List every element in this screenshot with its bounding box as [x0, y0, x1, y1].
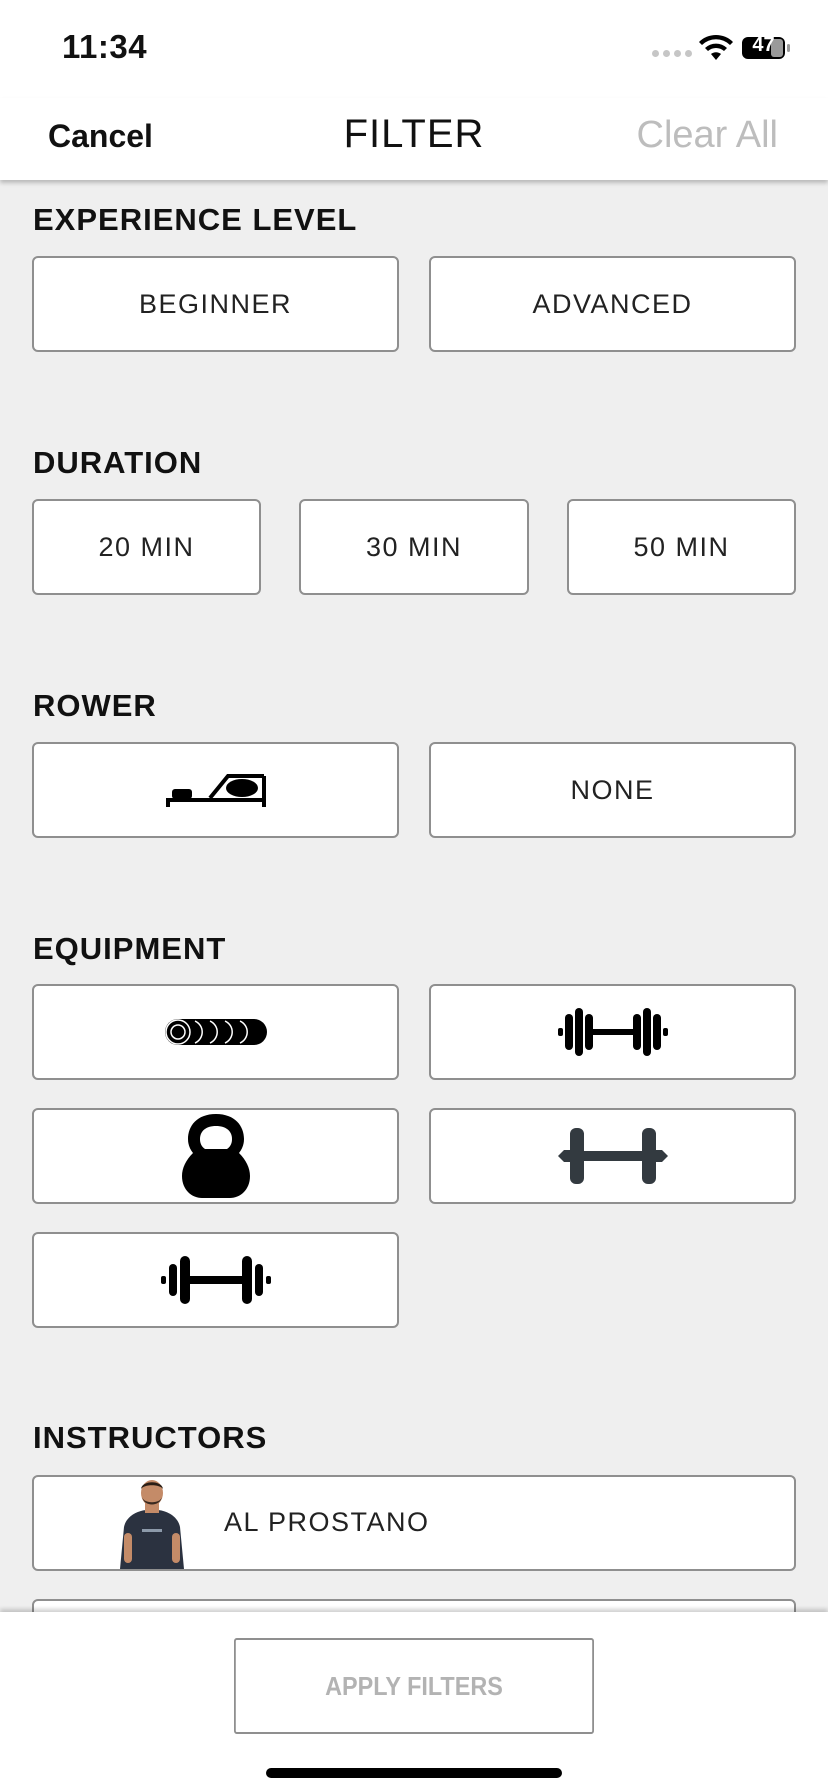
- option-barbell[interactable]: [429, 984, 796, 1080]
- section-title-duration: DURATION: [33, 445, 203, 480]
- option-beginner[interactable]: BEGINNER: [32, 256, 399, 352]
- option-dumbbell[interactable]: [429, 1108, 796, 1204]
- status-bar: 11:34 47: [0, 0, 828, 98]
- rower-icon: [165, 774, 266, 807]
- section-title-experience: EXPERIENCE LEVEL: [33, 202, 358, 237]
- instructor-item[interactable]: AL PROSTANO: [32, 1475, 796, 1571]
- option-50-min[interactable]: 50 MIN: [567, 499, 796, 595]
- section-title-instructors: INSTRUCTORS: [33, 1420, 268, 1455]
- section-title-equipment: EQUIPMENT: [33, 931, 227, 966]
- foam-roller-icon: [164, 1019, 267, 1045]
- status-time: 11:34: [62, 28, 148, 65]
- option-foam-roller[interactable]: [32, 984, 399, 1080]
- option-weights[interactable]: [32, 1232, 399, 1328]
- dumbbell-icon: [557, 1128, 668, 1184]
- instructor-item[interactable]: [32, 1599, 796, 1612]
- battery-level: 47: [752, 34, 775, 56]
- option-20-min[interactable]: 20 MIN: [32, 499, 261, 595]
- home-indicator[interactable]: [266, 1768, 562, 1778]
- option-kettlebell[interactable]: [32, 1108, 399, 1204]
- clear-all-button[interactable]: Clear All: [637, 114, 779, 157]
- section-title-rower: ROWER: [33, 688, 157, 723]
- option-30-min[interactable]: 30 MIN: [299, 499, 529, 595]
- weights-icon: [160, 1256, 271, 1304]
- filter-header: Cancel FILTER Clear All: [0, 98, 828, 180]
- option-rower[interactable]: [32, 742, 399, 838]
- option-none[interactable]: NONE: [429, 742, 796, 838]
- kettlebell-icon: [181, 1114, 250, 1198]
- wifi-icon: [699, 34, 733, 60]
- apply-filters-button[interactable]: APPLY FILTERS: [234, 1638, 594, 1734]
- footer-bar: APPLY FILTERS: [0, 1612, 828, 1792]
- option-advanced[interactable]: ADVANCED: [429, 256, 796, 352]
- cellular-signal-icon: [652, 50, 692, 57]
- instructor-name: AL PROSTANO: [224, 1507, 430, 1537]
- instructor-avatar: [120, 1480, 184, 1569]
- filter-content[interactable]: EXPERIENCE LEVEL BEGINNER ADVANCED DURAT…: [0, 180, 828, 1612]
- barbell-icon: [557, 1008, 668, 1056]
